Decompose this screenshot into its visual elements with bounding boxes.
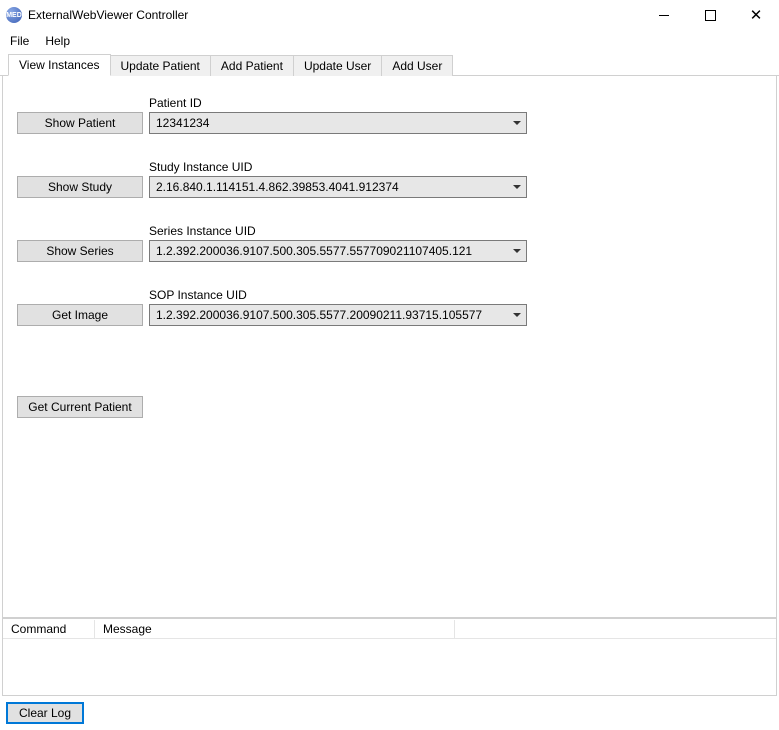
chevron-down-icon bbox=[508, 313, 526, 317]
app-icon: MED bbox=[6, 7, 22, 23]
tab-update-user[interactable]: Update User bbox=[293, 55, 382, 76]
tabstrip: View Instances Update Patient Add Patien… bbox=[0, 54, 779, 76]
clear-log-button[interactable]: Clear Log bbox=[6, 702, 84, 724]
close-button[interactable]: ✕ bbox=[733, 0, 779, 30]
titlebar: MED ExternalWebViewer Controller ✕ bbox=[0, 0, 779, 30]
window-title: ExternalWebViewer Controller bbox=[28, 8, 188, 22]
sop-uid-combo[interactable]: 1.2.392.200036.9107.500.305.5577.2009021… bbox=[149, 304, 527, 326]
tab-update-patient[interactable]: Update Patient bbox=[110, 55, 211, 76]
show-study-button[interactable]: Show Study bbox=[17, 176, 143, 198]
log-body bbox=[3, 639, 776, 695]
study-uid-label: Study Instance UID bbox=[149, 160, 527, 174]
show-patient-button[interactable]: Show Patient bbox=[17, 112, 143, 134]
chevron-down-icon bbox=[508, 121, 526, 125]
sop-uid-label: SOP Instance UID bbox=[149, 288, 527, 302]
patient-id-value: 12341234 bbox=[150, 116, 508, 130]
tab-content: Show Patient Patient ID 12341234 Show St… bbox=[2, 76, 777, 618]
series-uid-label: Series Instance UID bbox=[149, 224, 527, 238]
get-current-patient-button[interactable]: Get Current Patient bbox=[17, 396, 143, 418]
series-uid-combo[interactable]: 1.2.392.200036.9107.500.305.5577.5577090… bbox=[149, 240, 527, 262]
menubar: File Help bbox=[0, 30, 779, 54]
tab-add-patient[interactable]: Add Patient bbox=[210, 55, 294, 76]
menu-file[interactable]: File bbox=[4, 32, 35, 50]
maximize-button[interactable] bbox=[687, 0, 733, 30]
patient-id-label: Patient ID bbox=[149, 96, 527, 110]
footer: Clear Log bbox=[0, 698, 779, 730]
sop-uid-value: 1.2.392.200036.9107.500.305.5577.2009021… bbox=[150, 308, 508, 322]
patient-id-combo[interactable]: 12341234 bbox=[149, 112, 527, 134]
row-sop: Get Image SOP Instance UID 1.2.392.20003… bbox=[17, 288, 762, 326]
chevron-down-icon bbox=[508, 185, 526, 189]
tab-view-instances[interactable]: View Instances bbox=[8, 54, 111, 76]
show-series-button[interactable]: Show Series bbox=[17, 240, 143, 262]
log-col-message[interactable]: Message bbox=[95, 620, 455, 638]
log-col-command[interactable]: Command bbox=[3, 620, 95, 638]
minimize-button[interactable] bbox=[641, 0, 687, 30]
row-study: Show Study Study Instance UID 2.16.840.1… bbox=[17, 160, 762, 198]
series-uid-value: 1.2.392.200036.9107.500.305.5577.5577090… bbox=[150, 244, 508, 258]
menu-help[interactable]: Help bbox=[39, 32, 76, 50]
tab-add-user[interactable]: Add User bbox=[381, 55, 453, 76]
log-panel: Command Message bbox=[2, 618, 777, 696]
get-image-button[interactable]: Get Image bbox=[17, 304, 143, 326]
log-header: Command Message bbox=[3, 619, 776, 639]
study-uid-combo[interactable]: 2.16.840.1.114151.4.862.39853.4041.91237… bbox=[149, 176, 527, 198]
row-series: Show Series Series Instance UID 1.2.392.… bbox=[17, 224, 762, 262]
study-uid-value: 2.16.840.1.114151.4.862.39853.4041.91237… bbox=[150, 180, 508, 194]
row-patient: Show Patient Patient ID 12341234 bbox=[17, 96, 762, 134]
chevron-down-icon bbox=[508, 249, 526, 253]
